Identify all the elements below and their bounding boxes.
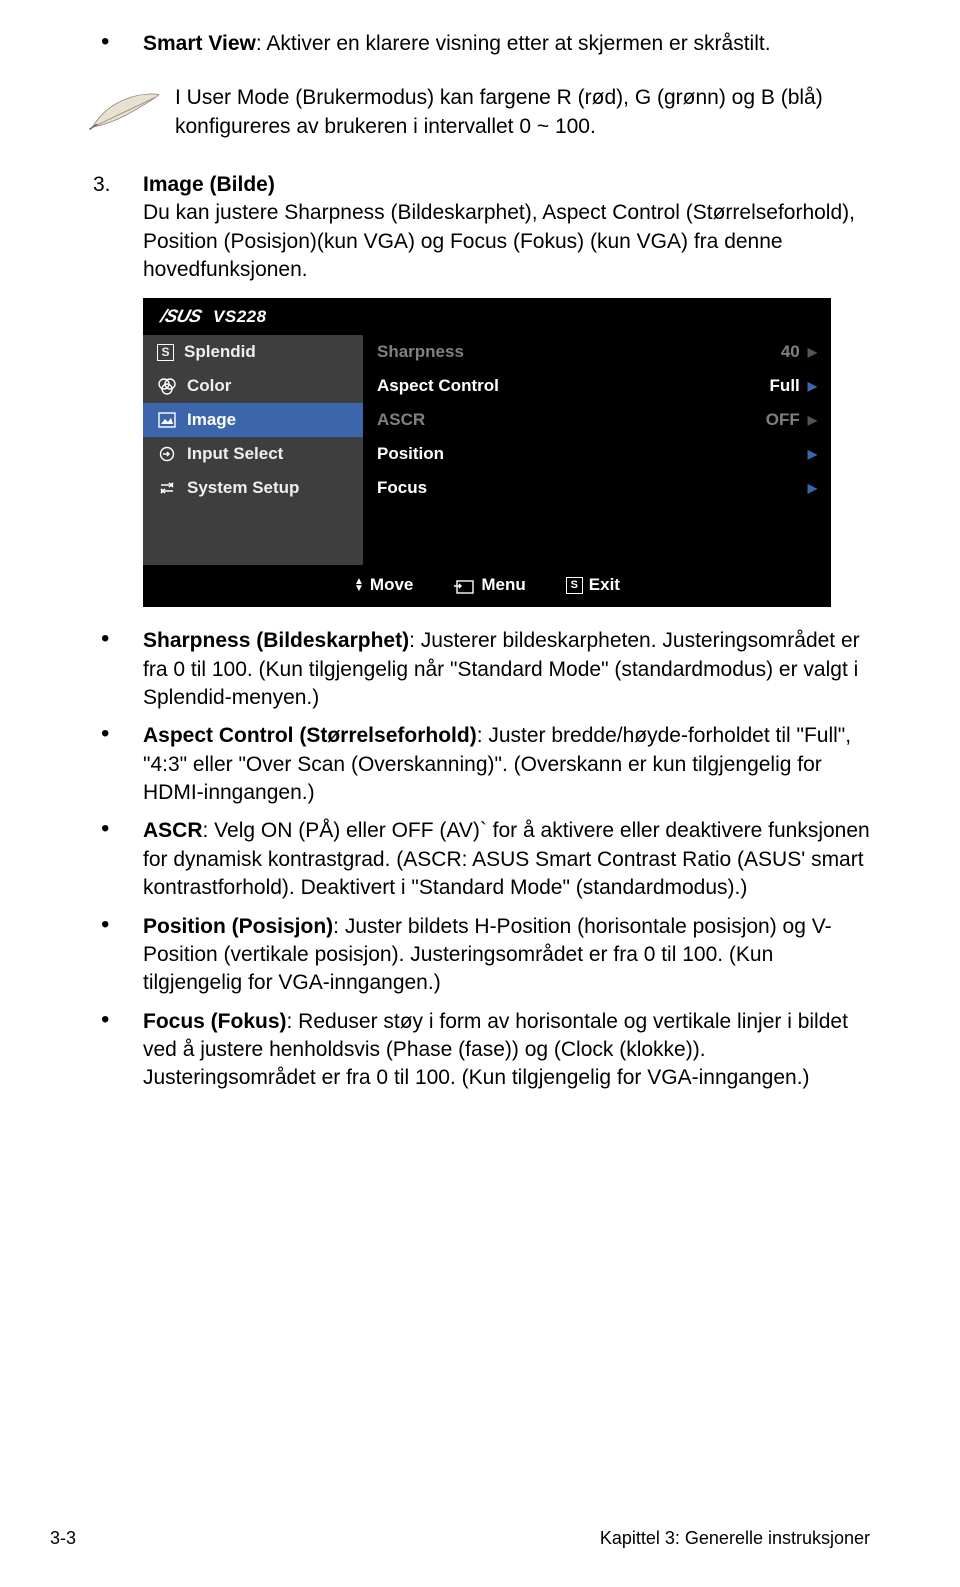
bullet-text: ASCR: Velg ON (PÅ) eller OFF (AV)` for å… xyxy=(143,817,870,902)
osd-item-label: Image xyxy=(187,410,236,430)
note-text: I User Mode (Brukermodus) kan fargene R … xyxy=(175,84,870,141)
osd-footer-move: ▲▼ Move xyxy=(354,575,413,595)
osd-item-image[interactable]: Image xyxy=(143,403,363,437)
bullet-text: Sharpness (Bildeskarphet): Justerer bild… xyxy=(143,627,870,712)
bullet-dot-icon: • xyxy=(75,627,143,712)
chevron-right-icon: ▶ xyxy=(808,413,817,427)
bullet-text: Smart View: Aktiver en klarere visning e… xyxy=(143,30,870,58)
setup-icon xyxy=(157,479,177,497)
osd-row-label: Focus xyxy=(377,478,748,498)
osd-footer-label: Menu xyxy=(481,575,525,595)
osd-row-value: OFF xyxy=(748,410,808,430)
brand-logo-icon: /SUS xyxy=(158,306,207,327)
note-block: I User Mode (Brukermodus) kan fargene R … xyxy=(75,84,870,141)
bullet-sharpness: • Sharpness (Bildeskarphet): Justerer bi… xyxy=(75,627,870,712)
osd-item-color[interactable]: Color xyxy=(143,369,363,403)
osd-row-label: Position xyxy=(377,444,748,464)
osd-row-label: Sharpness xyxy=(377,342,748,362)
sub-bullets: • Sharpness (Bildeskarphet): Justerer bi… xyxy=(75,627,870,1092)
color-icon xyxy=(157,377,177,395)
splendid-icon: S xyxy=(157,344,174,361)
bullet-ascr: • ASCR: Velg ON (PÅ) eller OFF (AV)` for… xyxy=(75,817,870,902)
chapter-title: Kapittel 3: Generelle instruksjoner xyxy=(600,1528,870,1549)
osd-footer-menu: Menu xyxy=(453,575,525,595)
osd-item-label: Splendid xyxy=(184,342,256,362)
osd-item-splendid[interactable]: S Splendid xyxy=(143,335,363,369)
osd-titlebar: /SUS VS228 xyxy=(143,298,831,335)
osd-item-input-select[interactable]: Input Select xyxy=(143,437,363,471)
bullet-text: Focus (Fokus): Reduser støy i form av ho… xyxy=(143,1008,870,1093)
bullet-focus: • Focus (Fokus): Reduser støy i form av … xyxy=(75,1008,870,1093)
bullet-dot-icon: • xyxy=(75,913,143,998)
osd-menu-left: S Splendid Color Image xyxy=(143,335,363,565)
osd-screenshot: /SUS VS228 S Splendid Color xyxy=(143,298,870,607)
osd-item-system-setup[interactable]: System Setup xyxy=(143,471,363,505)
bullet-dot-icon: • xyxy=(75,722,143,807)
osd-row-label: ASCR xyxy=(377,410,748,430)
bullet-lead: Sharpness (Bildeskarphet) xyxy=(143,629,409,652)
bullet-dot-icon: • xyxy=(75,817,143,902)
page-footer: 3-3 Kapittel 3: Generelle instruksjoner xyxy=(50,1528,870,1549)
osd-row-focus[interactable]: Focus ▶ xyxy=(363,471,831,505)
item-lead: Image (Bilde) xyxy=(143,173,275,196)
osd-item-label: Input Select xyxy=(187,444,283,464)
document-page: • Smart View: Aktiver en klarere visning… xyxy=(0,0,960,1587)
bullet-smart-view: • Smart View: Aktiver en klarere visning… xyxy=(75,30,870,58)
osd-footer: ▲▼ Move Menu S Exit xyxy=(143,565,831,607)
bullet-dot-icon: • xyxy=(75,30,143,58)
page-number: 3-3 xyxy=(50,1528,76,1549)
bullet-position: • Position (Posisjon): Juster bildets H-… xyxy=(75,913,870,998)
item-number: 3. xyxy=(75,171,143,284)
osd-body: S Splendid Color Image xyxy=(143,335,831,565)
osd-row-value: 40 xyxy=(748,342,808,362)
osd-row-aspect-control[interactable]: Aspect Control Full ▶ xyxy=(363,369,831,403)
bullet-lead: Aspect Control (Størrelseforhold) xyxy=(143,724,477,747)
chevron-right-icon: ▶ xyxy=(808,481,817,495)
osd-row-position[interactable]: Position ▶ xyxy=(363,437,831,471)
osd-row-label: Aspect Control xyxy=(377,376,748,396)
osd-row-sharpness[interactable]: Sharpness 40 ▶ xyxy=(363,335,831,369)
osd-row-value: Full xyxy=(748,376,808,396)
osd-settings-right: Sharpness 40 ▶ Aspect Control Full ▶ ASC… xyxy=(363,335,831,565)
bullet-body: : Aktiver en klarere visning etter at sk… xyxy=(256,32,771,55)
bullet-dot-icon: • xyxy=(75,1008,143,1093)
chevron-right-icon: ▶ xyxy=(808,345,817,359)
item-text: Image (Bilde) Du kan justere Sharpness (… xyxy=(143,171,870,284)
move-updown-icon: ▲▼ xyxy=(354,578,364,592)
osd-footer-exit: S Exit xyxy=(566,575,620,595)
osd-footer-label: Exit xyxy=(589,575,620,595)
osd-panel: /SUS VS228 S Splendid Color xyxy=(143,298,831,607)
numbered-item-3: 3. Image (Bilde) Du kan justere Sharpnes… xyxy=(75,171,870,284)
bullet-aspect-control: • Aspect Control (Størrelseforhold): Jus… xyxy=(75,722,870,807)
bullet-lead: Focus (Fokus) xyxy=(143,1010,287,1033)
image-icon xyxy=(157,411,177,429)
feather-icon xyxy=(75,84,175,134)
osd-footer-label: Move xyxy=(370,575,413,595)
bullet-body: : Velg ON (PÅ) eller OFF (AV)` for å akt… xyxy=(143,819,870,899)
bullet-text: Position (Posisjon): Juster bildets H-Po… xyxy=(143,913,870,998)
item-body: Du kan justere Sharpness (Bildeskarphet)… xyxy=(143,201,855,281)
menu-enter-icon xyxy=(453,576,475,594)
osd-item-label: System Setup xyxy=(187,478,299,498)
bullet-lead: Position (Posisjon) xyxy=(143,915,333,938)
bullet-lead: ASCR xyxy=(143,819,203,842)
bullet-lead: Smart View xyxy=(143,32,256,55)
chevron-right-icon: ▶ xyxy=(808,379,817,393)
osd-model: VS228 xyxy=(213,307,267,327)
bullet-text: Aspect Control (Størrelseforhold): Juste… xyxy=(143,722,870,807)
chevron-right-icon: ▶ xyxy=(808,447,817,461)
osd-item-label: Color xyxy=(187,376,231,396)
input-icon xyxy=(157,445,177,463)
osd-row-ascr[interactable]: ASCR OFF ▶ xyxy=(363,403,831,437)
exit-icon: S xyxy=(566,577,583,594)
